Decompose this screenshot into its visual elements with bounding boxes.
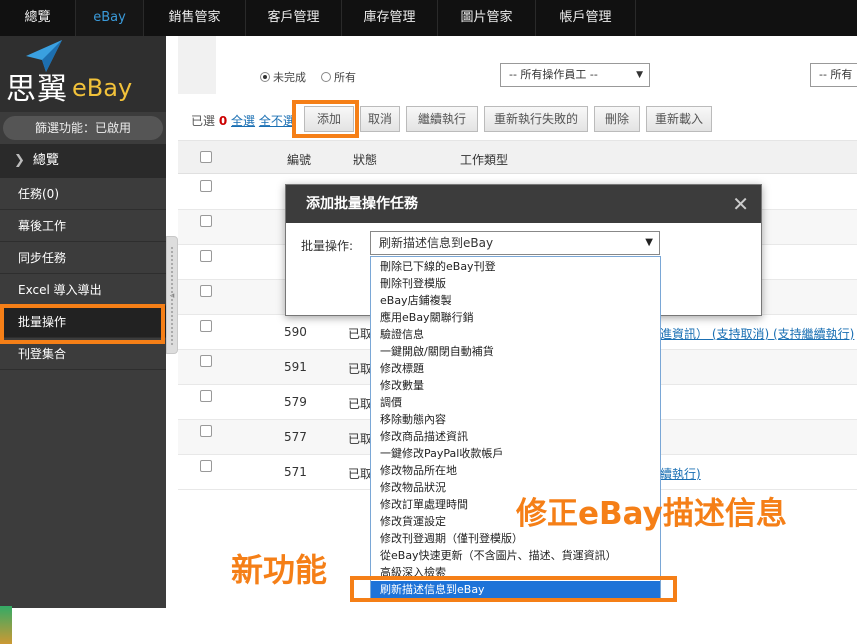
annotation-new-feature: 新功能 [231, 551, 328, 589]
row-checkbox[interactable] [200, 180, 212, 192]
highlight-box-selected-option [350, 576, 677, 602]
row-checkbox[interactable] [200, 285, 212, 297]
select-all-checkbox[interactable] [200, 151, 212, 163]
filter-side-panel [178, 36, 216, 94]
caret-down-icon: ▼ [636, 70, 643, 80]
dropdown-option[interactable]: 刪除刊登模版 [371, 275, 660, 292]
retry-failed-button[interactable]: 重新執行失敗的 [484, 106, 588, 132]
select-all-link[interactable]: 全選 [231, 114, 255, 128]
selected-prefix: 已選 [191, 114, 216, 128]
tab-ebay[interactable]: eBay [76, 0, 144, 36]
row-status: 已取 [348, 432, 373, 446]
dropdown-option[interactable]: 驗證信息 [371, 326, 660, 343]
row-id: 579 [284, 395, 307, 409]
select-none-link[interactable]: 全不選 [259, 114, 295, 128]
column-id: 編號 [287, 153, 312, 167]
column-status: 狀態 [353, 153, 378, 167]
radio-checked-icon [260, 72, 270, 82]
tab-sales-manager[interactable]: 銷售管家 [144, 0, 246, 36]
dropdown-option[interactable]: 一鍵開啟/關閉自動補貨 [371, 343, 660, 360]
dropdown-option[interactable]: 修改商品描述資訊 [371, 428, 660, 445]
tab-overview[interactable]: 總覽 [0, 0, 76, 36]
sidebar-overview-label: 總覽 [32, 153, 59, 168]
delete-button[interactable]: 刪除 [594, 106, 640, 132]
radio-incomplete[interactable]: 未完成 [260, 69, 306, 85]
chevron-right-icon: ❯ [14, 153, 25, 168]
dropdown-option[interactable]: 調價 [371, 394, 660, 411]
tab-image-manager[interactable]: 圖片管家 [438, 0, 536, 36]
secondary-select-value: -- 所有 [819, 68, 853, 81]
sidebar-overview[interactable]: ❯ 總覽 [0, 144, 166, 178]
bulk-operation-select[interactable]: 刷新描述信息到eBay ▼ [370, 231, 660, 255]
row-checkbox[interactable] [200, 425, 212, 437]
dialog-title-text: 添加批量操作任務 [306, 196, 418, 212]
dropdown-option[interactable]: 應用eBay關聯行銷 [371, 309, 660, 326]
radio-incomplete-label: 未完成 [273, 71, 306, 84]
highlight-box-sidebar [0, 304, 165, 344]
continue-button[interactable]: 繼續執行 [406, 106, 478, 132]
row-checkbox[interactable] [200, 460, 212, 472]
cancel-button[interactable]: 取消 [360, 106, 400, 132]
radio-all-label: 所有 [334, 71, 356, 84]
filter-status-badge[interactable]: 篩選功能：已啟用 [3, 116, 163, 140]
caret-down-icon: ▼ [645, 237, 653, 248]
dialog-title: 添加批量操作任務 ✕ [286, 185, 761, 223]
column-job-type: 工作類型 [460, 153, 509, 167]
sidebar-item-excel-import-export[interactable]: Excel 導入導出 [0, 274, 166, 306]
bulk-operation-selected-value: 刷新描述信息到eBay [379, 236, 494, 250]
top-navigation: 總覽 eBay 銷售管家 客戶管理 庫存管理 圖片管家 帳戶管理 [0, 0, 857, 36]
radio-unchecked-icon [321, 72, 331, 82]
row-checkbox[interactable] [200, 390, 212, 402]
sidebar-item-sync-tasks[interactable]: 同步任務 [0, 242, 166, 274]
table-header: 編號 狀態 工作類型 [178, 140, 857, 174]
row-status: 已取 [348, 467, 373, 481]
secondary-select[interactable]: -- 所有 [810, 63, 857, 87]
dropdown-option[interactable]: 一鍵修改PayPal收款帳戶 [371, 445, 660, 462]
bulk-operation-label: 批量操作: [301, 239, 354, 253]
dropdown-option[interactable]: 修改數量 [371, 377, 660, 394]
logo-name-cn: 思翼 [6, 72, 68, 107]
operator-select-value: -- 所有操作員工 -- [509, 68, 598, 81]
grip-icon [171, 247, 174, 345]
dropdown-option[interactable]: 刪除已下線的eBay刊登 [371, 258, 660, 275]
row-checkbox[interactable] [200, 250, 212, 262]
row-id: 571 [284, 465, 307, 479]
row-id: 591 [284, 360, 307, 374]
tab-customer-management[interactable]: 客戶管理 [246, 0, 342, 36]
dropdown-option[interactable]: 移除動態內容 [371, 411, 660, 428]
dropdown-option[interactable]: 修改物品所在地 [371, 462, 660, 479]
row-status: 已取 [348, 327, 373, 341]
annotation-fix-description: 修正eBay描述信息 [516, 496, 787, 532]
dropdown-option[interactable]: 修改標題 [371, 360, 660, 377]
toolbar: 已選 0 全選 全不選 添加 取消 繼續執行 重新執行失敗的 刪除 重新載入 [178, 102, 857, 138]
sidebar-item-tasks[interactable]: 任務(0) [0, 178, 166, 210]
dropdown-option[interactable]: eBay店鋪複製 [371, 292, 660, 309]
tab-account-management[interactable]: 帳戶管理 [536, 0, 636, 36]
radio-all[interactable]: 所有 [321, 69, 356, 85]
row-status: 已取 [348, 362, 373, 376]
row-id: 590 [284, 325, 307, 339]
dropdown-option[interactable]: 從eBay快速更新（不含圖片、描述、貨運資訊） [371, 547, 660, 564]
tab-inventory-management[interactable]: 庫存管理 [342, 0, 438, 36]
highlight-box-add-button [292, 100, 359, 138]
row-id: 577 [284, 430, 307, 444]
selected-count: 0 [218, 114, 228, 128]
row-status: 已取 [348, 397, 373, 411]
row-checkbox[interactable] [200, 215, 212, 227]
row-details-link[interactable]: 改進資訊） (支持取消) (支持繼續執行) [648, 325, 854, 342]
close-icon[interactable]: ✕ [732, 185, 749, 223]
sidebar-bottom-strip [0, 606, 12, 644]
sidebar-item-background-jobs[interactable]: 幕後工作 [0, 210, 166, 242]
bulk-operation-options: 刪除已下線的eBay刊登 刪除刊登模版 eBay店鋪複製 應用eBay關聯行銷 驗證信息… [370, 256, 661, 600]
logo-name-en: eBay [72, 74, 133, 102]
operator-select[interactable]: -- 所有操作員工 -- ▼ [500, 63, 650, 87]
sidebar-collapse-handle[interactable]: ◂ [166, 236, 178, 354]
row-checkbox[interactable] [200, 320, 212, 332]
selection-summary: 已選 0 全選 全不選 [191, 112, 295, 129]
row-checkbox[interactable] [200, 355, 212, 367]
reload-button[interactable]: 重新載入 [646, 106, 712, 132]
logo: 思翼 eBay [0, 36, 166, 112]
